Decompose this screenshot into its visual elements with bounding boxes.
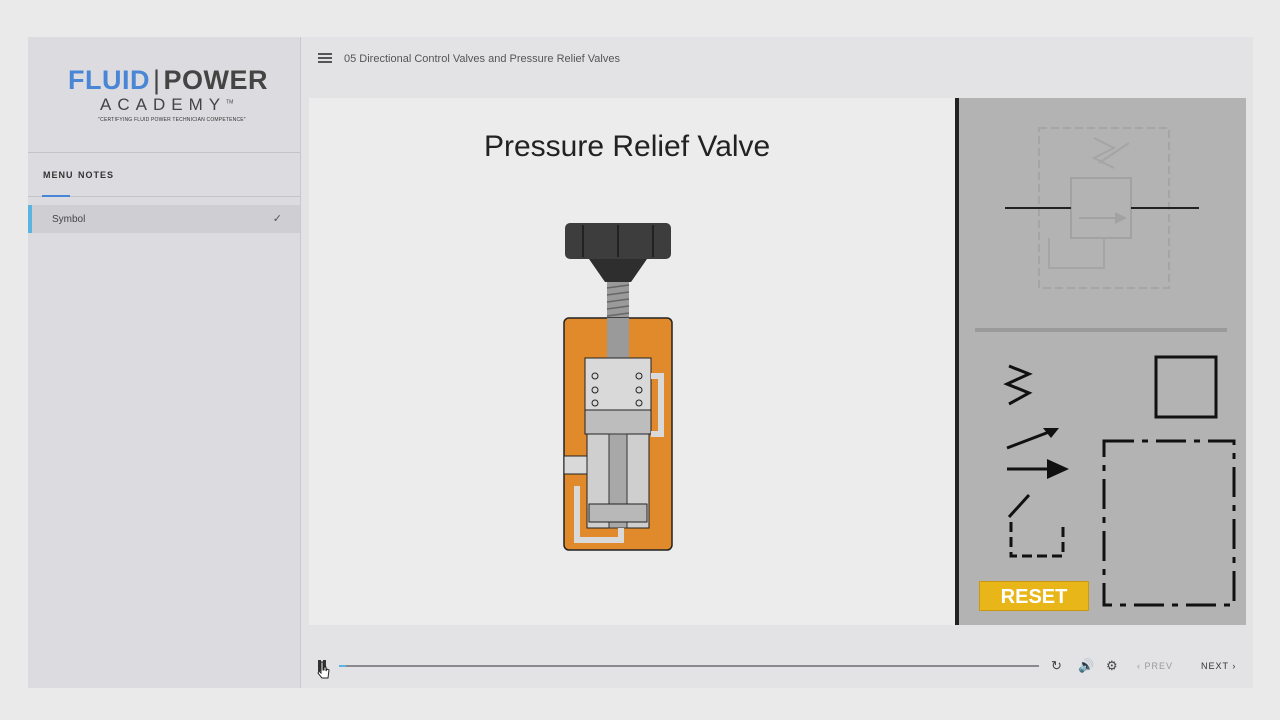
drain-line-piece[interactable] <box>1005 518 1069 562</box>
logo-academy: ACADEMYTM <box>100 95 233 115</box>
knob-neck <box>589 259 647 282</box>
menu-item-label: Symbol <box>52 214 86 225</box>
next-label: NEXT <box>1201 661 1229 671</box>
prev-label: PREV <box>1144 661 1174 671</box>
logo-tagline: "CERTIFYING FLUID POWER TECHNICIAN COMPE… <box>98 117 246 123</box>
pilot-line-piece[interactable] <box>1005 491 1035 521</box>
tab-notes[interactable]: NOTES <box>78 170 114 180</box>
spring-piece[interactable] <box>999 362 1035 408</box>
volume-icon[interactable]: 🔊 <box>1078 658 1094 674</box>
logo-fluid: FLUID <box>68 65 150 95</box>
sidebar-tabs: MENU NOTES <box>28 153 301 197</box>
logo-separator: | <box>152 65 161 95</box>
flow-arrow-piece[interactable] <box>1005 456 1071 482</box>
sidebar: FLUID | POWER ACADEMYTM "CERTIFYING FLUID … <box>28 37 301 688</box>
logo-wordmark: FLUID | POWER <box>68 65 268 96</box>
replay-icon[interactable]: ↻ <box>1051 658 1062 674</box>
symbol-target-outline <box>1005 127 1199 289</box>
reset-button[interactable]: RESET <box>979 581 1089 611</box>
progress-bar[interactable] <box>339 665 1039 667</box>
envelope-piece[interactable] <box>1101 438 1239 608</box>
slide-title: Pressure Relief Valve <box>484 130 771 163</box>
logo-academy-text: ACADEMY <box>100 95 227 114</box>
next-button[interactable]: NEXT › <box>1201 661 1236 671</box>
logo: FLUID | POWER ACADEMYTM "CERTIFYING FLUID … <box>28 37 301 153</box>
square-piece[interactable] <box>1153 354 1221 420</box>
inlet-port <box>563 455 588 475</box>
tab-menu[interactable]: MENU <box>43 170 74 180</box>
spring-chamber <box>584 357 652 411</box>
adjustable-arrow-piece[interactable] <box>1005 426 1061 452</box>
valve-illustration <box>563 223 673 551</box>
panel-rule <box>975 328 1227 332</box>
cursor-icon <box>317 661 330 679</box>
logo-tm: TM <box>226 99 234 106</box>
symbol-builder-panel: RESET <box>959 98 1246 625</box>
progress-fill <box>339 665 346 667</box>
course-title: 05 Directional Control Valves and Pressu… <box>344 53 620 65</box>
chevron-left-icon: ‹ <box>1137 661 1145 671</box>
player-controls: ↻ 🔊 ⚙ ‹ PREV NEXT › <box>309 653 1246 679</box>
settings-icon[interactable]: ⚙ <box>1106 658 1118 674</box>
menu-item-symbol[interactable]: Symbol ✓ <box>28 205 300 233</box>
chevron-right-icon: › <box>1228 661 1237 671</box>
app-frame: FLUID | POWER ACADEMYTM "CERTIFYING FLUID … <box>28 37 1253 688</box>
hamburger-icon[interactable] <box>318 53 332 65</box>
slide-stage: Pressure Relief Valve RESET <box>309 98 1246 625</box>
logo-power: POWER <box>163 65 269 95</box>
prev-button[interactable]: ‹ PREV <box>1137 661 1173 671</box>
tab-active-indicator <box>42 195 70 197</box>
check-icon: ✓ <box>272 213 282 225</box>
